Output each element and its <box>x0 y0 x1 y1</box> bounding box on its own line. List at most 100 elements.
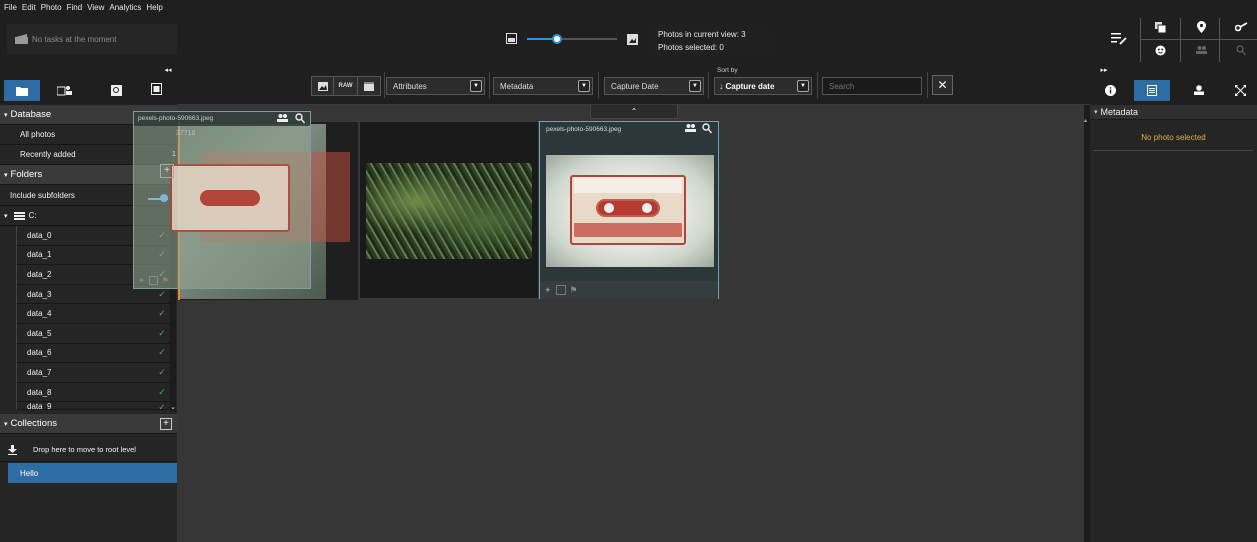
zoom-slider[interactable] <box>527 34 617 44</box>
location-pin-icon[interactable] <box>1195 21 1207 33</box>
info-icon[interactable] <box>1104 84 1116 96</box>
person-icon[interactable] <box>1193 84 1205 96</box>
search-icon <box>295 113 305 124</box>
capture-date-filter[interactable]: Capture Date ▼ <box>604 77 704 95</box>
chevron-down-icon: ▼ <box>470 80 482 92</box>
folder-item[interactable]: data_7 ✓ <box>16 363 171 383</box>
duplicate-icon[interactable] <box>150 83 162 95</box>
pin-icon: ✦ <box>138 275 145 285</box>
expand-arrow-icon: ▾ <box>1094 109 1098 116</box>
chevron-up-icon: ⌃ <box>630 107 638 116</box>
zoom-out-icon[interactable] <box>505 32 517 44</box>
folder-label: data_5 <box>27 328 52 338</box>
checkmark-icon: ✓ <box>158 288 166 299</box>
expand-arrows-icon[interactable] <box>1234 84 1246 96</box>
drag-preview-badge: 1 <box>172 151 176 158</box>
pin-icon[interactable]: ✦ <box>544 285 552 296</box>
task-status: No tasks at the moment <box>7 24 177 54</box>
photo-tile[interactable] <box>359 121 539 299</box>
search-input[interactable] <box>822 77 922 95</box>
folder-item[interactable]: data_8 ✓ <box>16 382 171 403</box>
tab-folders[interactable] <box>4 80 40 101</box>
photo-filename: pexels-photo-590663.jpeg <box>546 126 622 133</box>
zoom-in-icon[interactable] <box>626 33 638 45</box>
menu-find[interactable]: Find <box>67 3 83 12</box>
collections-header[interactable]: ▾ Collections <box>0 414 177 434</box>
collapse-toolbar-button[interactable]: ⌃ <box>590 105 678 119</box>
collapse-left-icon[interactable]: ◂◂ <box>162 66 174 74</box>
photos-selected: Photos selected: 0 <box>658 43 724 52</box>
menu-help[interactable]: Help <box>146 3 162 12</box>
photo-tile-selected[interactable]: pexels-photo-590663.jpeg ✦ ⚑ <box>539 121 719 299</box>
photo-tile-actions: ✦ ⚑ <box>540 281 718 299</box>
expand-arrow-icon: ▾ <box>4 111 8 119</box>
face-icon[interactable] <box>1154 44 1166 56</box>
folder-item[interactable]: data_5 ✓ <box>16 324 171 344</box>
task-status-text: No tasks at the moment <box>32 34 117 44</box>
expand-arrow-icon: ▾ <box>4 171 8 179</box>
edit-list-icon[interactable] <box>1110 30 1128 46</box>
scroll-down-icon[interactable]: ⌄ <box>169 403 177 411</box>
menu-bar: File Edit Photo Find View Analytics Help <box>0 0 1257 14</box>
drive-icon <box>13 211 25 220</box>
drag-preview-count: 37718 <box>176 130 196 137</box>
expand-right-icon[interactable]: ▸▸ <box>1098 66 1110 74</box>
sort-direction-icon[interactable]: ↓ <box>715 81 724 91</box>
search-icon[interactable] <box>702 123 712 134</box>
collection-item[interactable]: Hello <box>8 463 177 483</box>
folder-item[interactable]: data_6 ✓ <box>16 343 171 364</box>
people-calendar-icon[interactable] <box>56 84 72 96</box>
checkmark-icon: ✓ <box>158 386 166 397</box>
flag-icon: ⚑ <box>161 275 169 285</box>
metadata-header[interactable]: ▾ Metadata <box>1090 105 1257 120</box>
zoom-slider-handle[interactable] <box>551 34 562 44</box>
clear-filters-button[interactable]: ✕ <box>932 75 953 95</box>
folder-label: data_7 <box>27 367 52 377</box>
image-filter-icon[interactable] <box>312 77 334 95</box>
key-icon[interactable] <box>1234 21 1248 33</box>
people-icon <box>277 114 288 122</box>
drag-preview-actions: ✦ ⚑ <box>134 272 310 288</box>
folder-label: data_4 <box>27 309 52 319</box>
checkmark-icon: ✓ <box>158 327 166 338</box>
folder-label: data_8 <box>27 387 52 397</box>
tab-metadata[interactable] <box>1134 80 1170 101</box>
copy-icon[interactable] <box>1154 21 1166 33</box>
metadata-filter[interactable]: Metadata ▼ <box>493 77 593 95</box>
search-box-icon[interactable] <box>110 84 122 96</box>
add-collection-button[interactable]: + <box>160 418 172 430</box>
photo-stats: Photos in current view: 3 Photos selecte… <box>650 26 770 56</box>
checkbox-icon[interactable] <box>555 285 566 295</box>
video-filter-icon[interactable] <box>358 77 380 95</box>
checkmark-icon: ✓ <box>158 347 166 358</box>
sort-by-label: Sort by <box>717 67 738 74</box>
menu-analytics[interactable]: Analytics <box>109 3 141 12</box>
flag-icon[interactable]: ⚑ <box>570 285 578 296</box>
checkbox-icon <box>148 275 158 285</box>
menu-edit[interactable]: Edit <box>22 3 36 12</box>
right-panel <box>1090 105 1257 542</box>
checkmark-icon: ✓ <box>158 366 166 377</box>
scroll-up-icon[interactable]: ▴ <box>1084 117 1087 124</box>
chevron-down-icon: ▼ <box>797 80 809 92</box>
people-icon <box>1195 45 1207 55</box>
folder-item[interactable]: data_4 ✓ <box>16 304 171 324</box>
folder-label: data_3 <box>27 289 52 299</box>
drag-preview-image <box>170 164 290 232</box>
folder-icon <box>4 80 40 101</box>
menu-file[interactable]: File <box>4 3 17 12</box>
folder-item[interactable]: data_9 ✓ <box>16 402 171 411</box>
drop-root-zone[interactable]: Drop here to move to root level <box>0 438 177 462</box>
menu-photo[interactable]: Photo <box>41 3 62 12</box>
sort-dropdown[interactable]: ↓ Capture date ▼ <box>714 77 812 95</box>
folder-label: data_6 <box>27 348 52 358</box>
chevron-down-icon: ▼ <box>578 80 590 92</box>
raw-filter-button[interactable]: RAW <box>334 77 358 95</box>
people-icon[interactable] <box>685 124 696 132</box>
menu-view[interactable]: View <box>87 3 104 12</box>
checkmark-icon: ✓ <box>158 308 166 319</box>
search-icon <box>1235 44 1247 56</box>
no-photo-message: No photo selected <box>1141 133 1206 142</box>
download-icon <box>0 444 17 455</box>
attributes-filter[interactable]: Attributes ▼ <box>386 77 485 95</box>
